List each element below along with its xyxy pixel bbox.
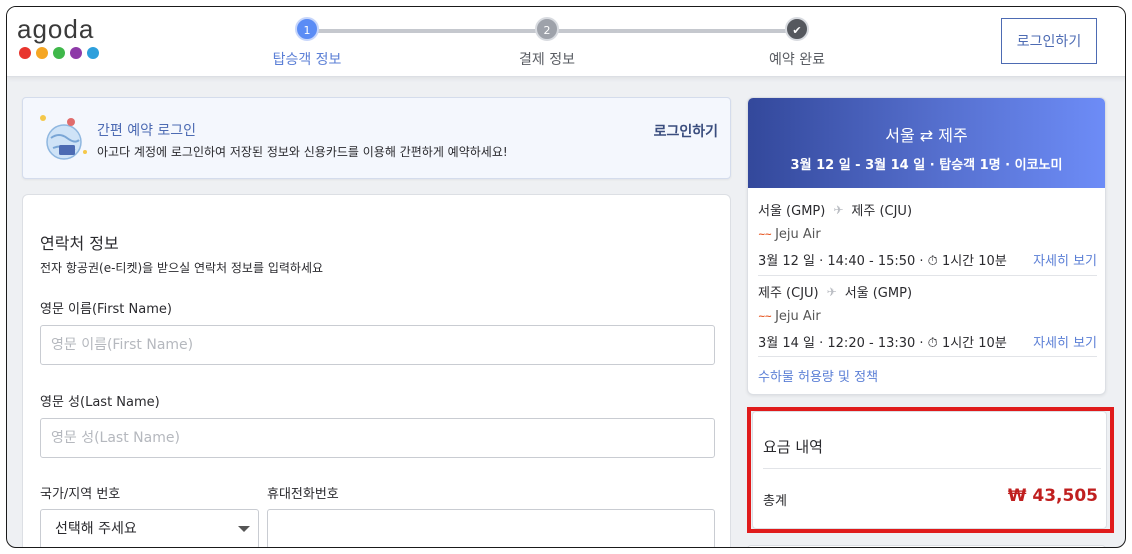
banner-description: 아고다 계정에 로그인하여 저장된 정보와 신용카드를 이용해 간편하게 예약하… xyxy=(97,145,508,159)
price-title: 요금 내역 xyxy=(763,438,823,456)
trip-meta: 3월 12 일 - 3월 14 일 · 탑승객 1명 · 이코노미 xyxy=(790,158,1063,173)
country-code-selected: 선택해 주세요 xyxy=(55,521,137,537)
flight-segment-outbound: 서울 (GMP) ✈ 제주 (CJU) ~~ Jeju Air 3월 12 일 … xyxy=(758,200,1097,270)
banner-title: 간편 예약 로그인 xyxy=(97,123,197,139)
caret-down-icon xyxy=(238,526,250,532)
contact-info-form: 연락처 정보 전자 항공권(e-티켓)을 받으실 연락처 정보를 입력하세요 영… xyxy=(22,194,731,547)
form-subtitle: 전자 항공권(e-티켓)을 받으실 연락처 정보를 입력하세요 xyxy=(40,261,324,275)
browser-frame: agoda 1 탑승객 정보 2 결제 정보 ✔ 예약 완료 로그인하기 간편 … xyxy=(6,6,1126,548)
jeju-air-logo-icon: ~~ xyxy=(758,229,772,240)
trip-summary-header: 서울 ⇄ 제주 3월 12 일 - 3월 14 일 · 탑승객 1명 · 이코노… xyxy=(748,98,1105,188)
logo-dot-purple xyxy=(70,47,82,59)
last-name-label: 영문 성(Last Name) xyxy=(40,395,160,410)
site-header: agoda 1 탑승객 정보 2 결제 정보 ✔ 예약 완료 로그인하기 xyxy=(7,7,1125,77)
price-divider xyxy=(763,468,1101,469)
flight-segment-return: 제주 (CJU) ✈ 서울 (GMP) ~~ Jeju Air 3월 14 일 … xyxy=(758,282,1097,352)
segment-destination: 서울 (GMP) xyxy=(844,286,913,301)
logo-wordmark: agoda xyxy=(17,14,95,44)
first-name-label: 영문 이름(First Name) xyxy=(40,302,172,317)
segment-details-link[interactable]: 자세히 보기 xyxy=(1033,250,1097,269)
step-label: 예약 완료 xyxy=(769,52,825,68)
banner-login-link[interactable]: 로그인하기 xyxy=(654,121,718,141)
logo-dot-green xyxy=(53,47,65,59)
segment-schedule-row: 3월 12 일 · 14:40 - 15:50 · ⏱ 1시간 10분 자세히 … xyxy=(758,250,1097,269)
step-booking-complete: ✔ 예약 완료 xyxy=(737,17,857,69)
checkmark-icon: ✔ xyxy=(785,17,809,41)
trip-route: 서울 ⇄ 제주 xyxy=(748,98,1105,146)
round-trip-icon: ⇄ xyxy=(919,126,934,145)
first-name-input[interactable] xyxy=(40,325,715,365)
baggage-policy-link[interactable]: 수하물 허용량 및 정책 xyxy=(758,366,878,385)
segment-destination: 제주 (CJU) xyxy=(851,204,913,219)
price-total-label: 총계 xyxy=(763,494,787,509)
segment-details-link[interactable]: 자세히 보기 xyxy=(1033,332,1097,351)
phone-label: 휴대전화번호 xyxy=(267,487,339,502)
route-destination: 제주 xyxy=(938,126,968,145)
logo-dot-blue xyxy=(87,47,99,59)
header-login-button[interactable]: 로그인하기 xyxy=(1001,18,1097,64)
agoda-logo[interactable]: agoda xyxy=(17,15,99,59)
next-card-edge xyxy=(747,545,1106,547)
logo-dot-yellow xyxy=(36,47,48,59)
airline-name: Jeju Air xyxy=(775,227,821,242)
airplane-icon: ✈ xyxy=(833,202,844,217)
logo-dots xyxy=(19,47,99,59)
price-total-value: ₩ 43,505 xyxy=(1007,486,1098,506)
country-code-select[interactable]: 선택해 주세요 xyxy=(40,509,259,547)
step-payment-info: 2 결제 정보 xyxy=(487,17,607,69)
trip-summary-card: 서울 ⇄ 제주 3월 12 일 - 3월 14 일 · 탑승객 1명 · 이코노… xyxy=(747,97,1106,395)
segment-origin: 제주 (CJU) xyxy=(758,286,819,301)
segment-route: 제주 (CJU) ✈ 서울 (GMP) xyxy=(758,282,1097,302)
step-label: 탑승객 정보 xyxy=(272,52,342,68)
globe-illustration-icon xyxy=(40,115,87,160)
segment-airline: ~~ Jeju Air xyxy=(758,309,1097,324)
airplane-icon: ✈ xyxy=(826,284,837,299)
segment-schedule-row: 3월 14 일 · 12:20 - 13:30 · ⏱ 1시간 10분 자세히 … xyxy=(758,332,1097,351)
step-number: 1 xyxy=(295,17,319,41)
segment-divider xyxy=(758,356,1097,357)
step-number: 2 xyxy=(535,17,559,41)
segment-divider xyxy=(758,275,1097,276)
route-origin: 서울 xyxy=(885,126,915,145)
airline-name: Jeju Air xyxy=(775,309,821,324)
step-passenger-info: 1 탑승객 정보 xyxy=(247,17,367,69)
price-breakdown-card: 요금 내역 총계 ₩ 43,505 xyxy=(752,411,1107,529)
phone-input[interactable] xyxy=(267,509,715,547)
jeju-air-logo-icon: ~~ xyxy=(758,311,772,322)
quick-login-banner: 간편 예약 로그인 아고다 계정에 로그인하여 저장된 정보와 신용카드를 이용… xyxy=(22,97,731,179)
booking-progress-steps: 1 탑승객 정보 2 결제 정보 ✔ 예약 완료 xyxy=(267,17,847,69)
segment-schedule: 3월 14 일 · 12:20 - 13:30 · ⏱ 1시간 10분 xyxy=(758,336,1007,351)
segment-airline: ~~ Jeju Air xyxy=(758,227,1097,242)
segment-schedule: 3월 12 일 · 14:40 - 15:50 · ⏱ 1시간 10분 xyxy=(758,254,1007,269)
step-label: 결제 정보 xyxy=(519,52,575,68)
last-name-input[interactable] xyxy=(40,418,715,458)
country-code-label: 국가/지역 번호 xyxy=(40,487,121,502)
logo-dot-red xyxy=(19,47,31,59)
form-title: 연락처 정보 xyxy=(40,234,119,253)
segment-origin: 서울 (GMP) xyxy=(758,204,826,219)
segment-route: 서울 (GMP) ✈ 제주 (CJU) xyxy=(758,200,1097,220)
